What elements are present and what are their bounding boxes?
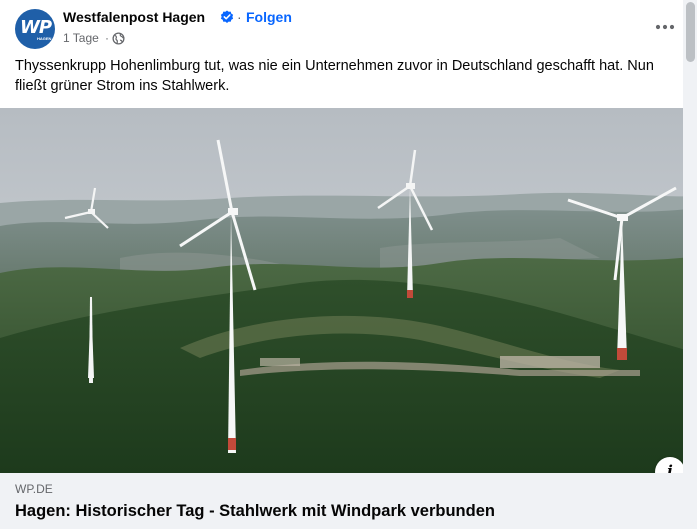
link-domain: WP.DE bbox=[15, 482, 53, 496]
link-title[interactable]: Hagen: Historischer Tag - Stahlwerk mit … bbox=[15, 502, 495, 521]
post-message: Thyssenkrupp Hohenlimburg tut, was nie e… bbox=[15, 58, 654, 94]
title-separator: · bbox=[237, 9, 242, 25]
avatar-logo-text: WP bbox=[20, 17, 52, 38]
scrollbar-track[interactable] bbox=[683, 0, 697, 529]
wind-park-aerial-image bbox=[0, 108, 697, 473]
post-photo[interactable] bbox=[0, 108, 697, 473]
globe-icon[interactable] bbox=[112, 32, 125, 45]
scrollbar-thumb[interactable] bbox=[686, 2, 695, 62]
link-preview-card[interactable]: WP.DE Hagen: Historischer Tag - Stahlwer… bbox=[0, 473, 683, 529]
follow-button[interactable]: Folgen bbox=[246, 9, 292, 25]
page-name-link[interactable]: Westfalenpost Hagen bbox=[63, 9, 205, 25]
avatar-logo-subtext: HAGEN bbox=[37, 36, 52, 41]
post-timestamp[interactable]: 1 Tage bbox=[63, 31, 99, 45]
meta-separator: · bbox=[105, 31, 109, 45]
page-avatar[interactable]: WP HAGEN bbox=[15, 9, 55, 49]
verified-badge-icon bbox=[220, 10, 234, 23]
more-horizontal-icon[interactable] bbox=[650, 14, 680, 40]
